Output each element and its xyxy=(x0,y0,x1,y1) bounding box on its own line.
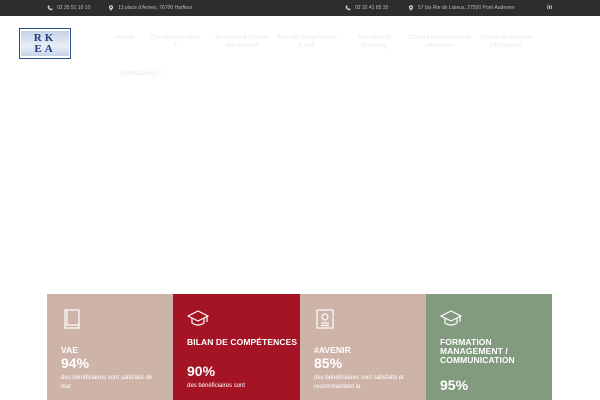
address-contact-2[interactable]: 57 bis Rte de Lisieux, 27500 Pont-Audeme… xyxy=(408,0,515,16)
card-percent: 90% xyxy=(187,363,216,379)
card-title: VAE xyxy=(61,345,79,355)
address-2-text: 57 bis Rte de Lisieux, 27500 Pont-Audeme… xyxy=(418,5,515,11)
nav-item-modalites[interactable]: Modalités & Soutien Administratif xyxy=(212,34,272,50)
nav-item-formation-coaching[interactable]: Formation & Coaching xyxy=(346,34,402,50)
map-marker-icon xyxy=(108,5,114,11)
card-description: des bénéficiaires sont satisfaits de leu… xyxy=(61,375,153,390)
phone-icon xyxy=(345,5,351,11)
site-header: RK EA Accueil Qui sommes-nous ? Modalité… xyxy=(0,16,600,86)
stat-card-formation[interactable]: FORMATION MANAGEMENT / COMMUNICATION 95% xyxy=(426,294,552,400)
nav-item-qui-sommes-nous[interactable]: Qui sommes-nous ? xyxy=(150,34,200,50)
stat-card-avenir[interactable]: #AVENIR 85% des bénéficiaires sont satis… xyxy=(300,294,426,400)
site-logo[interactable]: RK EA xyxy=(19,28,71,59)
top-info-bar: 02 35 51 10 10 13 place d'Armes, 76700 H… xyxy=(0,0,600,16)
map-marker-icon xyxy=(408,5,414,11)
nav-item-conseil-rh[interactable]: Conseil en Ressources Humaines xyxy=(408,34,472,50)
card-percent: 85% xyxy=(314,355,343,371)
card-description: des bénéficiaires sont xyxy=(187,383,246,389)
stat-card-bilan[interactable]: BILAN DE COMPÉTENCES 90% des bénéficiair… xyxy=(173,294,300,400)
graduation-cap-icon xyxy=(187,308,209,330)
card-description: des bénéficiaires sont satisfaits et rec… xyxy=(314,375,404,390)
linkedin-label: in xyxy=(547,5,553,11)
card-title: FORMATION MANAGEMENT / COMMUNICATION xyxy=(440,337,515,365)
card-title: #AVENIR xyxy=(314,345,351,355)
card-percent: 94% xyxy=(61,355,90,371)
phone-contact-1[interactable]: 02 35 51 10 10 xyxy=(47,0,90,16)
nav-item-satisfactions[interactable]: Satisfaction(s) ! xyxy=(108,70,174,78)
phone-1-text: 02 35 51 10 10 xyxy=(57,5,91,11)
phone-icon xyxy=(47,5,53,11)
nav-item-accueil[interactable]: Accueil xyxy=(104,34,146,42)
address-1-text: 13 place d'Armes, 76700 Harfleur xyxy=(118,5,193,11)
linkedin-icon[interactable]: in xyxy=(547,0,552,16)
phone-2-text: 02 32 41 85 35 xyxy=(355,5,389,11)
stat-card-vae[interactable]: VAE 94% des bénéficiaires sont satisfait… xyxy=(47,294,173,400)
address-contact-1[interactable]: 13 place d'Armes, 76700 Harfleur xyxy=(108,0,192,16)
logo-text-line-2: EA xyxy=(34,43,56,55)
nav-item-bilan-vae[interactable]: Bilan de Compétences & VAE xyxy=(276,34,338,50)
card-percent: 95% xyxy=(440,377,469,393)
phone-contact-2[interactable]: 02 32 41 85 35 xyxy=(345,0,388,16)
graduation-cap-icon xyxy=(440,308,462,330)
certificate-icon xyxy=(314,308,336,330)
nav-item-creation-entreprise[interactable]: Conseil en Création d'Entreprise xyxy=(474,34,538,50)
card-title: BILAN DE COMPÉTENCES xyxy=(187,337,298,347)
book-icon xyxy=(61,308,83,330)
